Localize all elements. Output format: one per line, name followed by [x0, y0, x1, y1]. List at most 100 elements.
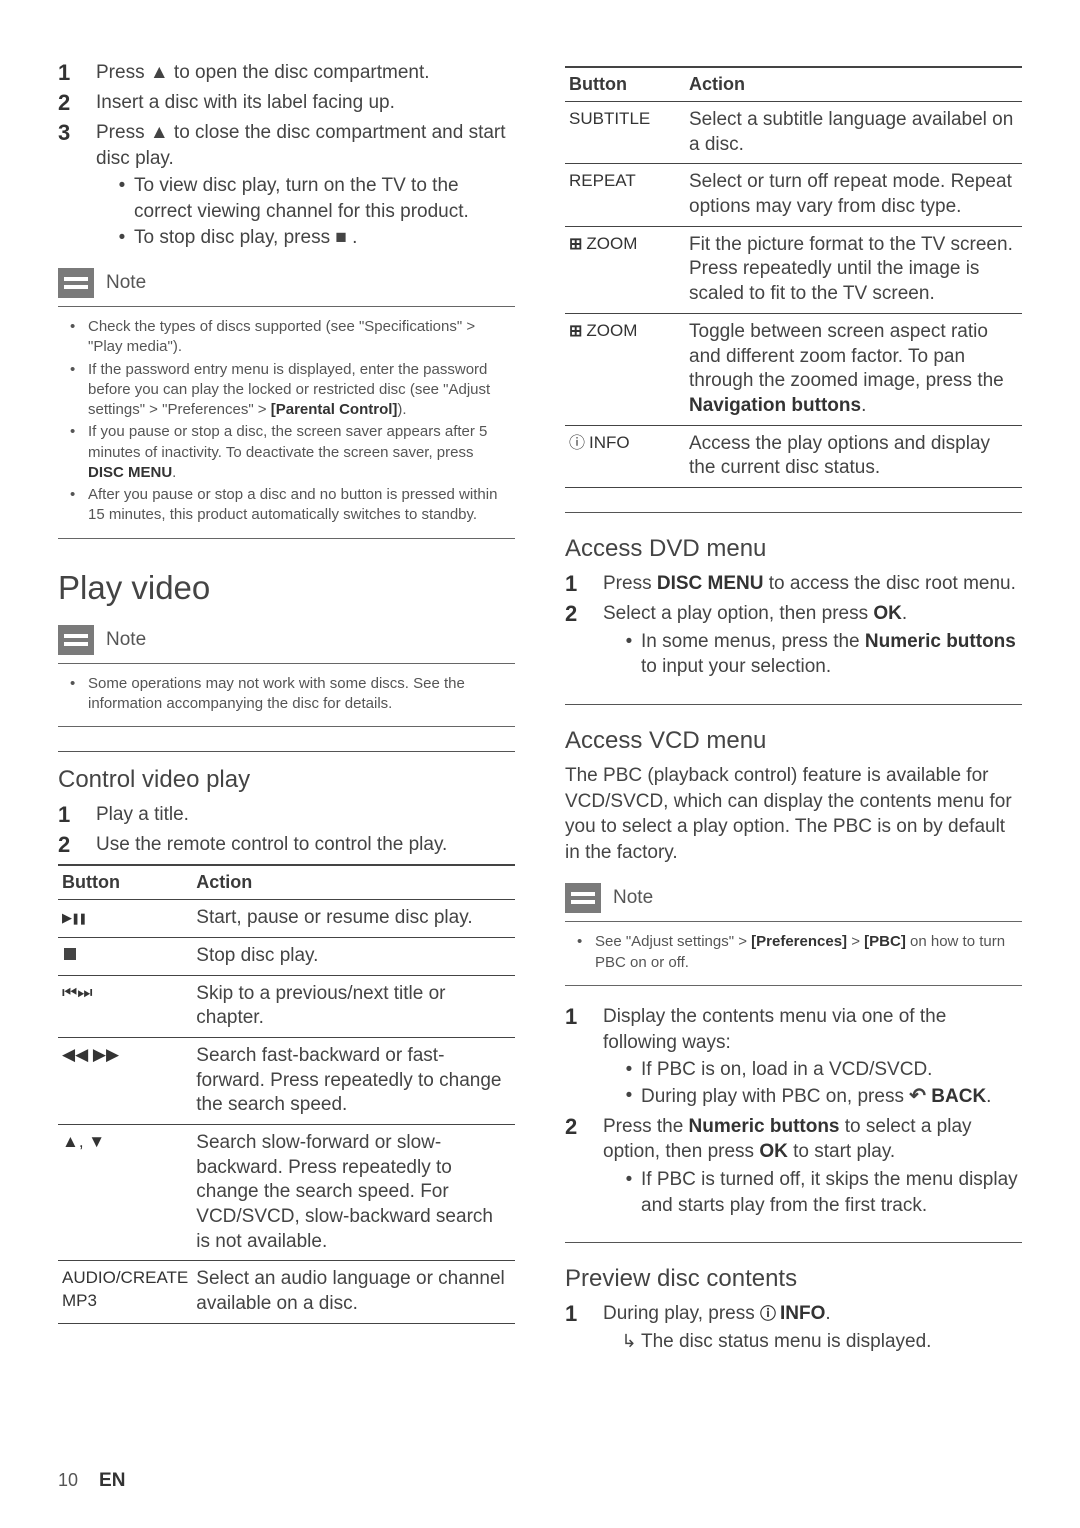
table-row: SUBTITLE Select a subtitle language avai…	[565, 102, 1022, 164]
zoom-icon	[569, 321, 586, 340]
col-button: Button	[565, 67, 685, 102]
step-text: Press DISC MENU to access the disc root …	[603, 571, 1022, 597]
note-box: Note •Check the types of discs supported…	[58, 268, 515, 539]
heading-access-dvd: Access DVD menu	[565, 535, 1022, 563]
note-box: Note •See "Adjust settings" > [Preferenc…	[565, 883, 1022, 986]
col-action: Action	[192, 865, 515, 900]
right-column: Button Action SUBTITLE Select a subtitle…	[565, 60, 1022, 1359]
table-row: AUDIO/CREATE MP3 Select an audio languag…	[58, 1261, 515, 1323]
button-table-2: Button Action SUBTITLE Select a subtitle…	[565, 66, 1022, 488]
step-number: 2	[565, 601, 603, 680]
sub-bullet-text: To view disc play, turn on the TV to the…	[134, 173, 515, 224]
vcd-intro: The PBC (playback control) feature is av…	[565, 763, 1022, 866]
step-number: 3	[58, 120, 96, 250]
zoom-icon	[569, 234, 586, 253]
step-text: Press ▲ to open the disc compartment.	[96, 60, 515, 86]
sub-bullet-text: If PBC is on, load in a VCD/SVCD.	[641, 1057, 932, 1083]
action-text: Stop disc play.	[192, 937, 515, 975]
step-text: Play a title.	[96, 802, 515, 828]
table-row: Start, pause or resume disc play.	[58, 900, 515, 938]
step-text: Select a play option, then press OK.	[603, 603, 907, 624]
language-code: EN	[99, 1470, 125, 1491]
note-icon	[565, 883, 601, 913]
back-icon	[909, 1086, 926, 1107]
arrow-icon: ↳	[617, 1329, 641, 1355]
button-subtitle: SUBTITLE	[565, 102, 685, 164]
action-text: Skip to a previous/next title or chapter…	[192, 975, 515, 1037]
step-number: 2	[58, 90, 96, 116]
col-button: Button	[58, 865, 192, 900]
preview-steps: 1 During play, press INFO. ↳The disc sta…	[565, 1301, 1022, 1354]
note-item: If the password entry menu is displayed,…	[88, 360, 503, 421]
action-text: Search slow-forward or slow-backward. Pr…	[192, 1125, 515, 1261]
step-number: 1	[565, 1301, 603, 1354]
sub-bullet-text: During play with PBC on, press BACK.	[641, 1083, 991, 1110]
action-text: Access the play options and display the …	[685, 425, 1022, 487]
info-icon	[569, 433, 589, 452]
table-row: Stop disc play.	[58, 937, 515, 975]
note-icon	[58, 625, 94, 655]
step-text: Press ▲ to close the disc compartment an…	[96, 122, 506, 169]
step-text: Display the contents menu via one of the…	[603, 1006, 946, 1053]
note-box: Note •Some operations may not work with …	[58, 625, 515, 728]
table-row: ◀◀ ▶▶ Search fast-backward or fast-forwa…	[58, 1037, 515, 1124]
step-text: During play, press INFO.	[603, 1303, 831, 1324]
table-row: ⏮⏭ Skip to a previous/next title or chap…	[58, 975, 515, 1037]
action-text: Select a subtitle language availabel on …	[685, 102, 1022, 164]
heading-access-vcd: Access VCD menu	[565, 727, 1022, 755]
table-row: ZOOM Fit the picture format to the TV sc…	[565, 226, 1022, 313]
note-title: Note	[106, 629, 146, 651]
page-footer: 10 EN	[58, 1470, 125, 1492]
page-number: 10	[58, 1470, 78, 1490]
step-text: Insert a disc with its label facing up.	[96, 90, 515, 116]
control-table: Button Action Start, pause or resume dis…	[58, 864, 515, 1324]
step-number: 1	[58, 802, 96, 828]
disc-open-steps: 1 Press ▲ to open the disc compartment. …	[58, 60, 515, 250]
table-row: ZOOM Toggle between screen aspect ratio …	[565, 313, 1022, 425]
table-row: ▲, ▼ Search slow-forward or slow-backwar…	[58, 1125, 515, 1261]
step-text: Press the Numeric buttons to select a pl…	[603, 1116, 972, 1163]
note-item: Check the types of discs supported (see …	[88, 317, 503, 358]
action-text: Toggle between screen aspect ratio and d…	[685, 313, 1022, 425]
step-text: Use the remote control to control the pl…	[96, 832, 515, 858]
action-text: Select an audio language or channel avai…	[192, 1261, 515, 1323]
action-text: Start, pause or resume disc play.	[192, 900, 515, 938]
sub-bullet-text: The disc status menu is displayed.	[641, 1329, 931, 1355]
sub-bullet-text: To stop disc play, press ■ .	[134, 225, 357, 251]
note-icon	[58, 268, 94, 298]
table-row: REPEAT Select or turn off repeat mode. R…	[565, 164, 1022, 226]
heading-play-video: Play video	[58, 569, 515, 607]
action-text: Search fast-backward or fast-forward. Pr…	[192, 1037, 515, 1124]
page-columns: 1 Press ▲ to open the disc compartment. …	[58, 60, 1022, 1359]
step-number: 1	[58, 60, 96, 86]
action-text: Fit the picture format to the TV screen.…	[685, 226, 1022, 313]
button-audio-create-mp3: AUDIO/CREATE MP3	[58, 1261, 192, 1323]
play-pause-icon	[62, 907, 85, 926]
info-icon	[760, 1303, 780, 1324]
note-item: After you pause or stop a disc and no bu…	[88, 485, 503, 526]
stop-icon	[64, 948, 76, 960]
step-number: 1	[565, 1004, 603, 1110]
up-down-icon: ▲, ▼	[62, 1132, 105, 1151]
prev-next-icon: ⏮⏭	[62, 983, 93, 1002]
col-action: Action	[685, 67, 1022, 102]
dvd-steps: 1 Press DISC MENU to access the disc roo…	[565, 571, 1022, 680]
rew-ff-icon: ◀◀ ▶▶	[62, 1045, 119, 1064]
table-row: INFO Access the play options and display…	[565, 425, 1022, 487]
heading-preview-contents: Preview disc contents	[565, 1265, 1022, 1293]
left-column: 1 Press ▲ to open the disc compartment. …	[58, 60, 515, 1359]
note-title: Note	[106, 272, 146, 294]
sub-bullet-text: If PBC is turned off, it skips the menu …	[641, 1167, 1022, 1218]
note-item: See "Adjust settings" > [Preferences] > …	[595, 932, 1010, 973]
heading-control-video-play: Control video play	[58, 751, 515, 794]
note-item: If you pause or stop a disc, the screen …	[88, 422, 503, 483]
step-number: 2	[58, 832, 96, 858]
button-repeat: REPEAT	[565, 164, 685, 226]
note-title: Note	[613, 887, 653, 909]
note-item: Some operations may not work with some d…	[88, 674, 503, 715]
step-number: 1	[565, 571, 603, 597]
action-text: Select or turn off repeat mode. Repeat o…	[685, 164, 1022, 226]
step-number: 2	[565, 1114, 603, 1219]
sub-bullet-text: In some menus, press the Numeric buttons…	[641, 629, 1022, 680]
control-steps: 1 Play a title. 2 Use the remote control…	[58, 802, 515, 858]
